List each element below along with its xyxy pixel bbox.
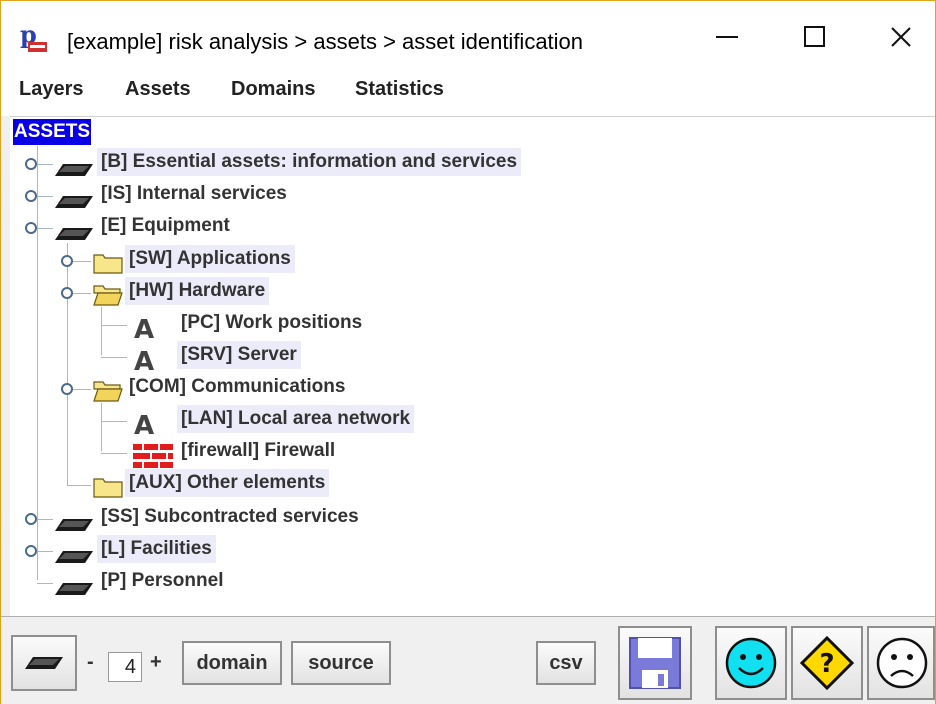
asset-a-icon: A — [134, 347, 154, 372]
collapse-toggle-icon[interactable] — [25, 222, 37, 234]
layer-icon — [55, 583, 93, 595]
tree-node-label[interactable]: [LAN] Local area network — [177, 405, 415, 433]
expand-toggle-icon[interactable] — [61, 255, 73, 267]
svg-text:?: ? — [819, 649, 834, 679]
folder-icon — [93, 254, 123, 274]
expand-toggle-icon[interactable] — [25, 190, 37, 202]
asset-a-icon: A — [134, 315, 154, 340]
tree-line — [37, 228, 53, 229]
smiley-happy-button[interactable] — [715, 626, 787, 700]
domain-button[interactable]: domain — [182, 641, 282, 685]
close-icon — [891, 27, 911, 47]
tree-line — [101, 357, 127, 358]
close-button[interactable] — [871, 13, 931, 59]
csv-button[interactable]: csv — [536, 641, 596, 685]
tree-line — [37, 196, 53, 197]
app-logo-icon: p — [19, 20, 49, 53]
maximize-icon — [804, 26, 825, 47]
tree-line — [101, 453, 127, 454]
tree-node-label[interactable]: [firewall] Firewall — [177, 437, 339, 465]
tree-line — [67, 485, 91, 486]
tree-node-label[interactable]: [P] Personnel — [97, 567, 227, 595]
help-button[interactable]: ? — [791, 626, 863, 700]
tree-node-label[interactable]: [SRV] Server — [177, 341, 301, 369]
minimize-button[interactable] — [697, 13, 757, 59]
smiley-sad-icon — [876, 637, 928, 689]
layer-icon — [55, 228, 93, 240]
collapse-toggle-icon[interactable] — [61, 383, 73, 395]
tree-node-label[interactable]: [HW] Hardware — [125, 277, 270, 305]
menu-statistics[interactable]: Statistics — [355, 78, 444, 101]
question-sign-icon: ? — [799, 635, 855, 691]
tree-line — [101, 307, 102, 355]
tree-node-label[interactable]: [E] Equipment — [97, 212, 234, 240]
layer-icon — [25, 657, 63, 669]
source-button[interactable]: source — [291, 641, 391, 685]
layer-icon — [55, 519, 93, 531]
folder-open-icon — [93, 285, 123, 306]
svg-text:A: A — [134, 315, 154, 340]
menu-assets[interactable]: Assets — [125, 78, 191, 101]
title-bar: p [example] risk analysis > assets > ass… — [1, 1, 935, 61]
window-title: [example] risk analysis > assets > asset… — [67, 29, 584, 54]
tree-node-label[interactable]: [B] Essential assets: information and se… — [97, 148, 522, 176]
tree-line — [37, 551, 53, 552]
firewall-icon — [133, 444, 173, 468]
depth-decrease-button[interactable]: - — [87, 651, 94, 674]
expand-toggle-icon[interactable] — [25, 158, 37, 170]
tree-line — [67, 243, 68, 485]
folder-open-icon — [93, 381, 123, 402]
tree-line — [37, 583, 53, 584]
tree-node-label[interactable]: [IS] Internal services — [97, 180, 291, 208]
expand-toggle-icon[interactable] — [25, 545, 37, 557]
floppy-save-icon — [629, 637, 681, 689]
asset-a-icon: A — [134, 411, 154, 436]
tree-line — [37, 146, 38, 580]
save-button[interactable] — [618, 626, 692, 700]
depth-increase-button[interactable]: + — [150, 651, 162, 674]
layer-button[interactable] — [11, 635, 77, 691]
svg-text:A: A — [134, 347, 154, 372]
svg-text:A: A — [134, 411, 154, 436]
folder-icon — [93, 478, 123, 498]
layer-icon — [55, 164, 93, 176]
tree-line — [101, 421, 127, 422]
tree-line — [101, 325, 127, 326]
tree-line — [37, 519, 53, 520]
tree-node-label[interactable]: [PC] Work positions — [177, 309, 366, 337]
minimize-icon — [716, 36, 738, 38]
depth-input[interactable]: 4 — [108, 652, 142, 682]
tree-root-label[interactable]: ASSETS — [13, 119, 92, 145]
menu-layers[interactable]: Layers — [19, 78, 84, 101]
expand-toggle-icon[interactable] — [25, 513, 37, 525]
maximize-button[interactable] — [785, 13, 845, 59]
smiley-sad-button[interactable] — [867, 626, 935, 700]
tree-node-label[interactable]: [SS] Subcontracted services — [97, 503, 363, 531]
menu-domains[interactable]: Domains — [231, 78, 315, 101]
layer-icon — [55, 551, 93, 563]
tree-line — [101, 403, 102, 451]
smiley-happy-icon — [725, 637, 777, 689]
tree-node-label[interactable]: [AUX] Other elements — [125, 469, 330, 497]
collapse-toggle-icon[interactable] — [61, 287, 73, 299]
tree-node-label[interactable]: [L] Facilities — [97, 535, 216, 563]
tree-node-label[interactable]: [SW] Applications — [125, 245, 295, 273]
app-window: p [example] risk analysis > assets > ass… — [0, 0, 936, 704]
tree-node-label[interactable]: [COM] Communications — [125, 373, 349, 401]
tree-line — [37, 164, 53, 165]
layer-icon — [55, 196, 93, 208]
